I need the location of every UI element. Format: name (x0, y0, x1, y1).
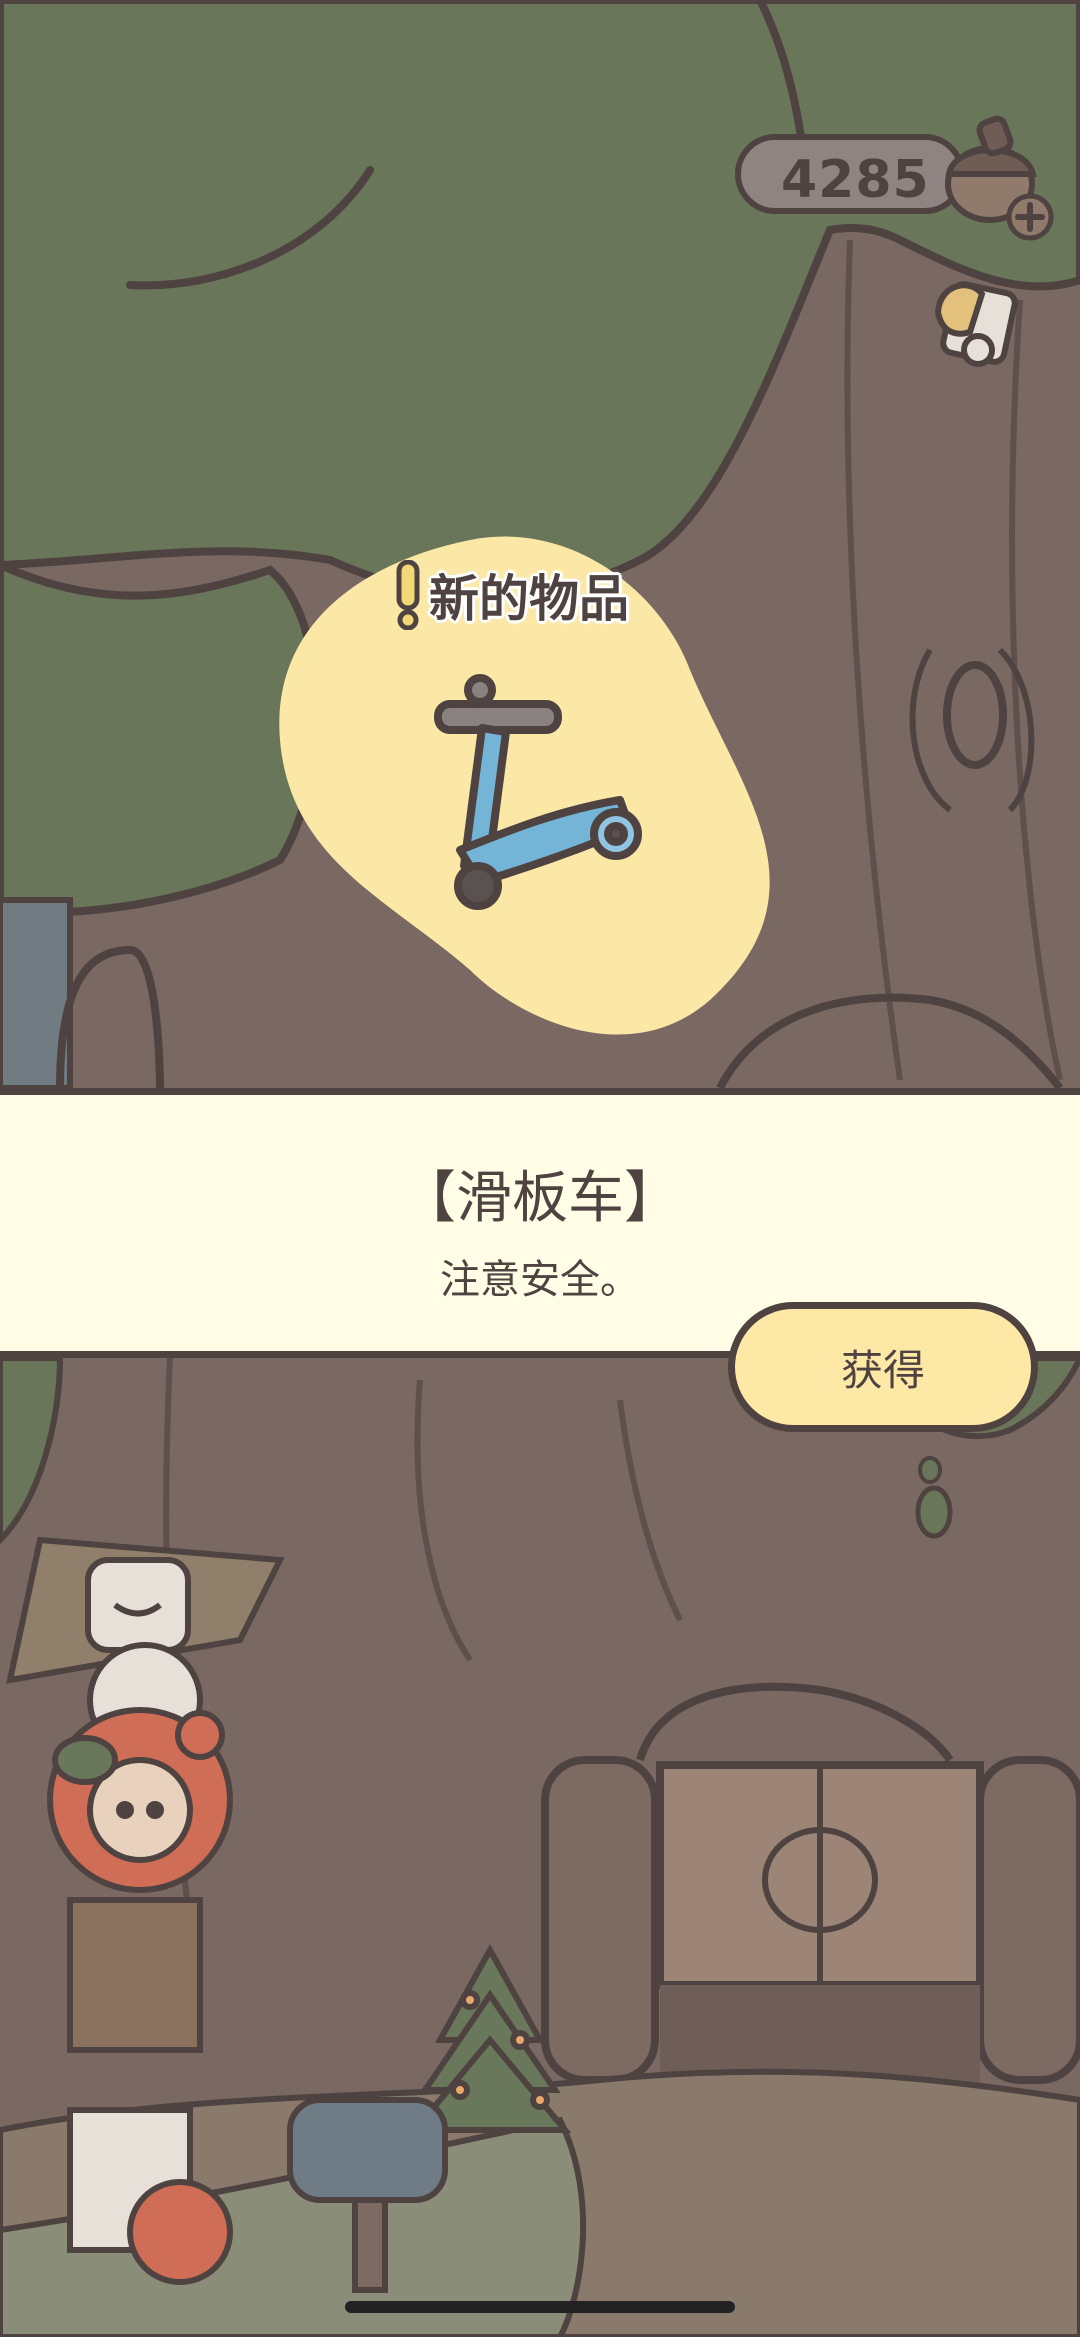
scooter-icon (420, 670, 660, 930)
acorn-count: 4285 (781, 150, 930, 210)
item-name: 【滑板车】 (400, 1166, 680, 1231)
item-description: 注意安全。 (440, 1257, 640, 1303)
acorn-counter-pill: 4285 (735, 134, 965, 214)
home-indicator[interactable] (345, 2301, 735, 2313)
obtain-button-label: 获得 (840, 1345, 925, 1395)
plus-icon[interactable] (1005, 192, 1055, 242)
obtain-button[interactable]: 获得 (728, 1302, 1038, 1432)
exclamation-icon (395, 559, 421, 631)
acorn-counter[interactable]: 4285 (735, 115, 1054, 241)
new-item-label: 新的物品 (429, 570, 629, 628)
item-shop-icon[interactable] (930, 272, 1020, 382)
new-item-tag: 新的物品 (395, 555, 629, 635)
